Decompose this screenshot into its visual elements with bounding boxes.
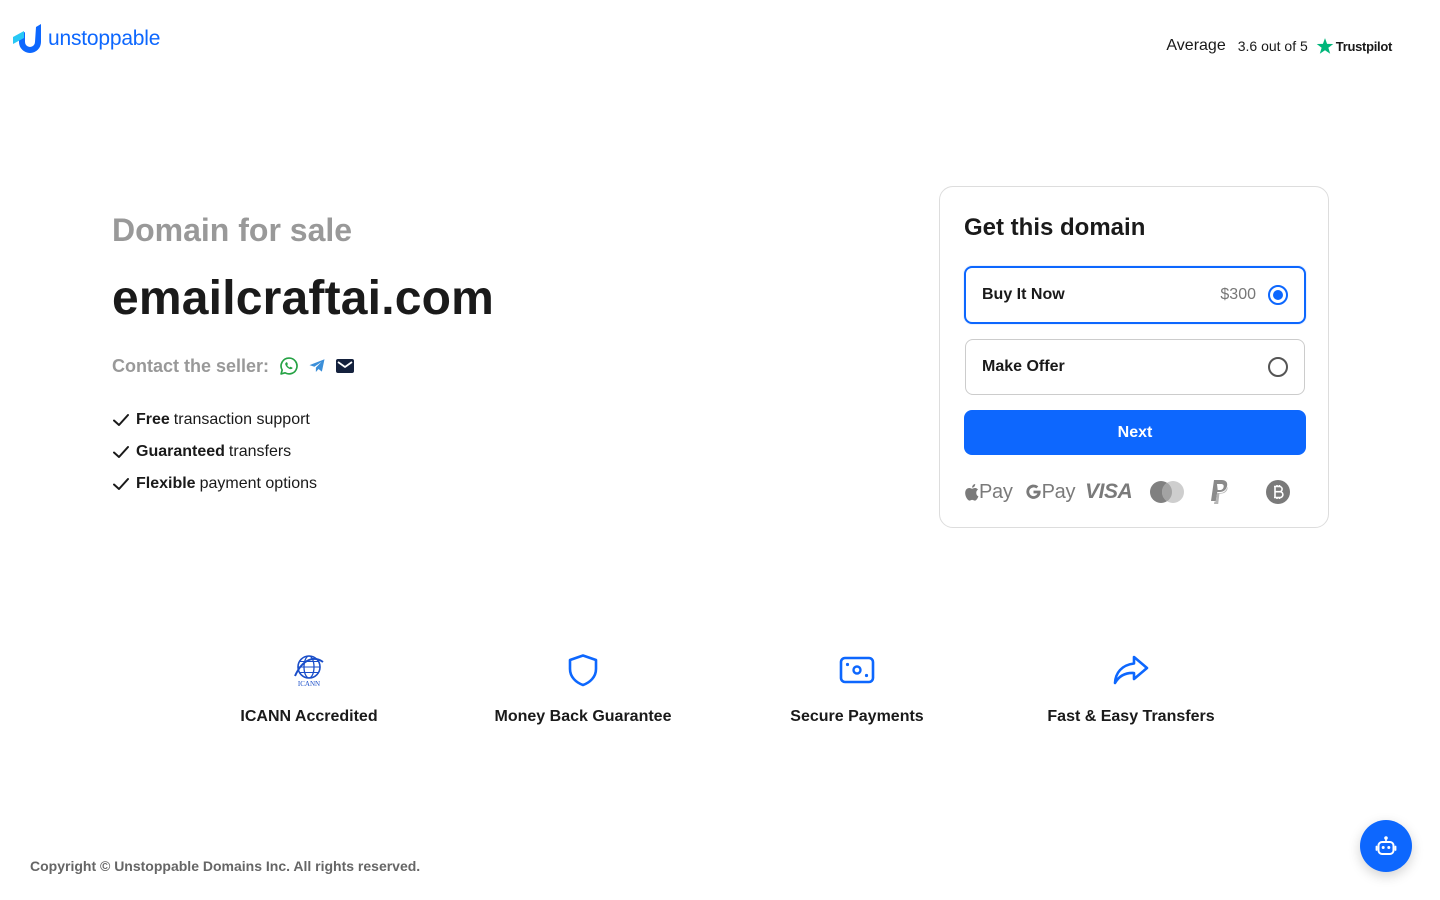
google-pay-text: Pay <box>1041 480 1076 503</box>
badge-icann: ICANN ICANN Accredited <box>172 650 446 726</box>
whatsapp-icon[interactable] <box>279 356 299 376</box>
purchase-card: Get this domain Buy It Now $300 Make Off… <box>939 186 1329 528</box>
bitcoin-icon <box>1266 480 1291 504</box>
list-item: Free transaction support <box>112 404 812 436</box>
share-arrow-icon <box>1112 650 1150 690</box>
card-title: Get this domain <box>964 214 1146 241</box>
chat-bot-button[interactable] <box>1360 820 1412 872</box>
apple-pay-text: Pay <box>979 480 1013 503</box>
trustpilot-star-icon <box>1316 38 1334 54</box>
buy-it-now-option[interactable]: Buy It Now $300 <box>964 266 1306 324</box>
feature-text: transaction support <box>173 411 310 428</box>
trustpilot-name: Trustpilot <box>1335 38 1393 54</box>
cash-icon <box>839 650 875 690</box>
list-item: Flexible payment options <box>112 468 812 500</box>
icann-icon: ICANN <box>291 650 327 690</box>
option-label: Make Offer <box>982 358 1065 375</box>
feature-bold: Free <box>136 411 170 428</box>
brand-logo[interactable]: unstoppable <box>12 24 160 54</box>
radio-selected[interactable] <box>1268 285 1288 305</box>
domain-name: emailcraftai.com <box>112 272 495 325</box>
feature-list: Free transaction support Guaranteed tran… <box>112 404 812 500</box>
rating-score: 3.6 out of 5 <box>1237 38 1308 54</box>
brand-name: unstoppable <box>48 27 161 50</box>
badge-secure-payments: Secure Payments <box>720 650 994 726</box>
trustpilot-rating[interactable]: Average 3.6 out of 5 Trustpilot <box>1166 36 1392 56</box>
hero-section: Domain for sale emailcraftai.com Contact… <box>112 210 812 500</box>
badge-label: Secure Payments <box>790 708 924 725</box>
check-icon <box>113 414 129 426</box>
badge-label: Fast & Easy Transfers <box>1047 708 1215 725</box>
check-icon <box>113 446 129 458</box>
paypal-icon <box>1208 479 1230 505</box>
contact-seller: Contact the seller: <box>112 354 812 378</box>
make-offer-option[interactable]: Make Offer <box>965 339 1305 395</box>
icann-logo-text: ICANN <box>298 680 320 688</box>
rating-label: Average <box>1166 37 1226 54</box>
option-label: Buy It Now <box>982 286 1065 303</box>
next-button[interactable]: Next <box>964 410 1306 455</box>
shield-icon <box>567 650 599 690</box>
badge-money-back: Money Back Guarantee <box>446 650 720 726</box>
feature-bold: Flexible <box>136 475 196 492</box>
list-item: Guaranteed transfers <box>112 436 812 468</box>
feature-text: transfers <box>228 443 292 460</box>
email-icon[interactable] <box>335 356 355 376</box>
robot-icon <box>1375 836 1397 855</box>
badge-fast-transfers: Fast & Easy Transfers <box>994 650 1268 726</box>
check-icon <box>113 478 129 490</box>
unstoppable-logo-icon <box>13 24 41 53</box>
apple-pay-icon: Pay <box>964 481 1013 504</box>
visa-icon: VISA <box>1085 480 1133 503</box>
page-subtitle: Domain for sale <box>112 212 353 248</box>
contact-label: Contact the seller: <box>112 355 270 376</box>
telegram-icon[interactable] <box>307 356 327 376</box>
option-price: $300 <box>1220 286 1256 303</box>
trust-badges: ICANN ICANN Accredited Money Back Guaran… <box>172 650 1268 726</box>
radio-unselected[interactable] <box>1268 357 1288 377</box>
copyright-text: Copyright © Unstoppable Domains Inc. All… <box>30 858 421 874</box>
google-pay-icon: Pay <box>1025 480 1076 504</box>
feature-bold: Guaranteed <box>136 443 225 460</box>
badge-label: ICANN Accredited <box>240 708 378 725</box>
payment-methods: Pay Pay VISA <box>964 477 1306 507</box>
trustpilot-logo: Trustpilot <box>1316 37 1392 55</box>
badge-label: Money Back Guarantee <box>494 708 672 725</box>
mastercard-icon <box>1148 480 1186 504</box>
feature-text: payment options <box>199 475 317 492</box>
